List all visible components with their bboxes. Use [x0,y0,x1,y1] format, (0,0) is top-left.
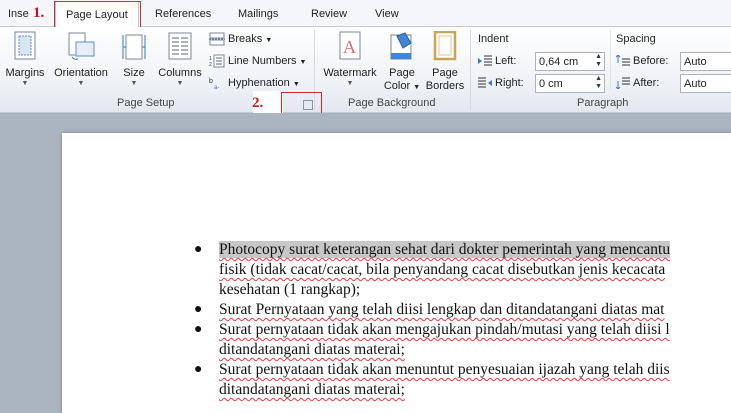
spacing-before-input[interactable]: Auto [680,52,731,71]
spacing-before-label: Before: [615,54,668,67]
document-line[interactable]: Surat pernyataan tidak akan menuntut pen… [219,360,670,380]
watermark-button[interactable]: A Watermark ▼ [320,31,380,88]
watermark-icon: A [339,31,361,60]
spacing-after-icon [615,77,630,90]
indent-left-label: Left: [478,55,516,67]
document-page[interactable]: ● Photocopy surat keterangan sehat dari … [62,133,731,413]
indent-right-input[interactable]: 0 cm ▲ ▼ [535,74,605,93]
tab-mailings[interactable]: Mailings [238,0,278,26]
page-color-button[interactable]: Page Color ▼ [382,31,422,94]
paragraph-group-label: Paragraph [577,97,629,109]
document-line[interactable]: Surat pernyataan tidak akan mengajukan p… [219,320,670,340]
svg-text:A: A [343,37,356,57]
breaks-icon [209,32,225,46]
columns-button[interactable]: Columns ▼ [155,31,205,88]
spacing-before-icon [615,54,630,66]
spinner-arrows-icon[interactable]: ▲ ▼ [595,75,602,91]
tab-review[interactable]: Review [311,0,347,26]
bullet-icon: ● [194,302,203,317]
group-separator [470,30,471,110]
bullet-icon: ● [194,362,203,377]
orientation-icon [68,32,95,60]
indent-title: Indent [478,33,509,45]
annotation-step-2: 2. [252,95,264,111]
line-numbers-button[interactable]: 1 2 Line Numbers ▼ [209,52,306,70]
svg-text:b: b [209,78,213,85]
size-icon [122,34,146,60]
svg-text:2: 2 [209,62,212,68]
spinner-arrows-icon[interactable]: ▲ ▼ [595,53,602,69]
document-workspace: ● Photocopy surat keterangan sehat dari … [0,113,731,413]
spacing-title: Spacing [616,33,656,45]
document-line[interactable]: kesehatan (1 rangkap); [219,280,360,300]
document-line[interactable]: ditandatangani diatas materai; [219,340,405,360]
margins-button[interactable]: Margins ▼ [3,31,47,88]
tab-references[interactable]: References [155,0,211,26]
document-line[interactable]: Surat Pernyataan yang telah diisi lengka… [219,300,665,320]
page-borders-button[interactable]: Page Borders [425,30,465,93]
page-color-icon [390,32,412,60]
spacing-after-input[interactable]: Auto [680,74,731,93]
annotation-step-1: 1. [33,5,45,21]
page-setup-group-label: Page Setup [117,97,175,109]
annotation-box-1 [54,1,141,28]
document-line[interactable]: fisik (tidak cacat/cacat, bila penyandan… [219,260,665,280]
breaks-button[interactable]: Breaks ▼ [209,30,272,48]
tab-view[interactable]: View [375,0,399,26]
page-background-group-label: Page Background [348,97,436,109]
columns-icon [168,32,192,60]
margins-icon [14,31,36,60]
bullet-icon: ● [194,242,203,257]
indent-left-input[interactable]: 0,64 cm ▲ ▼ [535,52,605,71]
page-borders-icon [433,30,457,61]
tab-insert[interactable]: Inse [8,0,29,26]
indent-left-icon [478,55,492,66]
size-button[interactable]: Size ▼ [117,31,151,88]
document-line[interactable]: ditandatangani diatas materai; [219,380,405,400]
indent-right-icon [478,77,492,88]
document-line[interactable]: Photocopy surat keterangan sehat dari do… [219,240,671,260]
spacing-after-label: After: [615,77,659,90]
indent-right-label: Right: [478,77,524,89]
ribbon: Margins ▼ Orientation ▼ Size ▼ Columns ▼ Bre… [0,27,731,113]
orientation-button[interactable]: Orientation ▼ [49,31,113,88]
bullet-icon: ● [194,322,203,337]
line-numbers-icon: 12 [209,54,225,68]
field-separator [610,30,611,90]
hyphenation-icon: ba- [209,78,219,90]
svg-text:a-: a- [214,85,219,90]
hyphenation-button[interactable]: b a- Hyphenation ▼ [209,74,300,92]
